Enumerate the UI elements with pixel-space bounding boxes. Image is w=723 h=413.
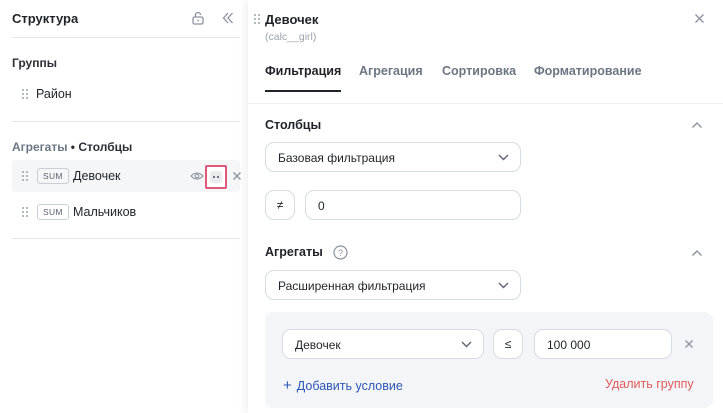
add-condition-label: Добавить условие	[296, 379, 403, 393]
condition-field-select[interactable]: Девочек	[282, 329, 484, 359]
condition-value-input[interactable]: 100 000	[534, 329, 672, 359]
field-label: Мальчиков	[73, 205, 137, 219]
more-options-button[interactable]	[205, 165, 227, 189]
field-item-boys[interactable]: SUM Мальчиков	[12, 196, 240, 228]
structure-panel: Структура Группы Район Агрегаты • Столбц…	[0, 0, 248, 413]
collapse-panel-icon[interactable]	[222, 12, 234, 24]
field-code: (calc__girl)	[265, 31, 317, 43]
tab-sorting[interactable]: Сортировка	[442, 64, 516, 92]
field-label: Девочек	[73, 169, 121, 183]
input-value: 100 000	[547, 338, 591, 352]
aggregation-badge: SUM	[37, 204, 69, 220]
operator-button[interactable]: ≠	[265, 190, 295, 220]
group-item-district[interactable]: Район	[12, 82, 240, 106]
eye-icon[interactable]	[190, 171, 204, 181]
select-value: Базовая фильтрация	[278, 151, 396, 165]
remove-field-icon[interactable]	[232, 171, 242, 181]
structure-title: Структура	[12, 11, 79, 26]
aggregates-block-title: Агрегаты	[265, 245, 323, 259]
field-title: Девочек	[265, 12, 319, 27]
chevron-down-icon	[461, 341, 472, 348]
chevron-up-icon[interactable]	[691, 121, 703, 129]
divider	[12, 238, 240, 239]
more-dots-icon	[210, 171, 222, 183]
structure-header: Структура	[12, 0, 240, 38]
columns-block-title: Столбцы	[265, 118, 322, 132]
tab-filtering[interactable]: Фильтрация	[265, 64, 342, 92]
aggregates-title-suffix: Столбцы	[78, 140, 133, 154]
tabs-divider	[248, 103, 723, 104]
aggregates-title-sep: •	[67, 140, 79, 154]
settings-tabs: Фильтрация Агрегация Сортировка Форматир…	[265, 64, 715, 92]
remove-condition-icon[interactable]	[684, 339, 694, 349]
select-value: Девочек	[295, 338, 341, 352]
chevron-up-icon[interactable]	[691, 249, 703, 257]
condition-operator-button[interactable]: ≤	[493, 329, 523, 359]
aggregation-badge: SUM	[37, 168, 69, 184]
help-icon[interactable]: ?	[333, 245, 348, 260]
drag-handle-icon[interactable]	[22, 207, 30, 217]
unlock-icon[interactable]	[192, 11, 204, 25]
svg-text:?: ?	[338, 248, 343, 258]
delete-group-button[interactable]: Удалить группу	[605, 377, 694, 391]
field-settings-panel: Девочек (calc__girl) Фильтрация Агрегаци…	[248, 0, 723, 413]
chevron-down-icon	[498, 282, 509, 289]
field-item-girls[interactable]: SUM Девочек	[12, 160, 242, 192]
close-icon[interactable]	[694, 13, 705, 24]
group-item-label: Район	[36, 87, 72, 101]
groups-section-title: Группы	[12, 56, 57, 70]
input-value: 0	[318, 199, 325, 213]
chevron-down-icon	[498, 154, 509, 161]
drag-handle-icon[interactable]	[22, 89, 30, 99]
drag-handle-icon[interactable]	[254, 14, 262, 24]
select-value: Расширенная фильтрация	[278, 279, 426, 293]
aggregates-title-prefix: Агрегаты	[12, 140, 68, 154]
aggregates-filter-type-select[interactable]: Расширенная фильтрация	[265, 270, 521, 300]
filter-value-input[interactable]: 0	[305, 190, 521, 220]
tab-aggregation[interactable]: Агрегация	[359, 64, 423, 92]
plus-icon: +	[283, 377, 292, 394]
drag-handle-icon[interactable]	[22, 171, 30, 181]
divider	[12, 121, 240, 122]
tab-formatting[interactable]: Форматирование	[534, 64, 642, 92]
aggregates-section-title: Агрегаты • Столбцы	[12, 140, 132, 154]
add-condition-button[interactable]: + Добавить условие	[283, 377, 403, 394]
columns-filter-type-select[interactable]: Базовая фильтрация	[265, 142, 521, 172]
